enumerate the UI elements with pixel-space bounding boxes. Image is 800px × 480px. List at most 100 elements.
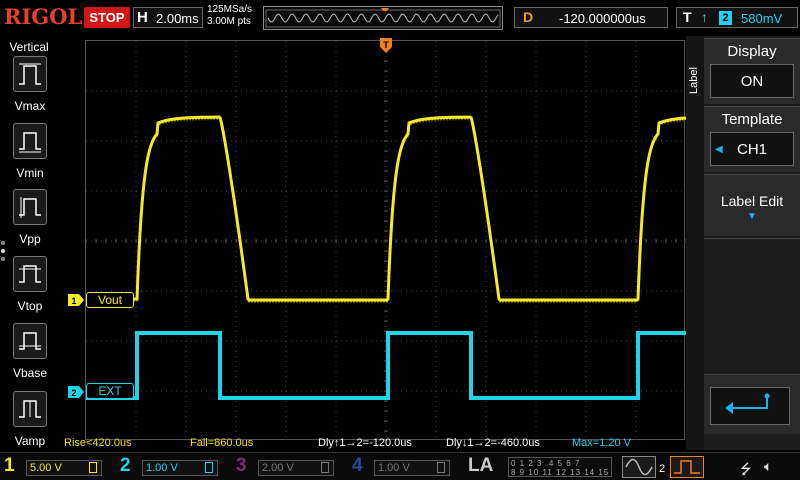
measure-vmax-label: Vmax — [14, 99, 46, 113]
ch3-scale: 2.00 V — [258, 460, 334, 476]
measure-vbase-button[interactable] — [13, 323, 47, 359]
ch3-scale-value: 2.00 V — [262, 462, 294, 474]
trigger-position-marker[interactable]: T — [380, 38, 392, 54]
measure-vpp-label: Vpp — [19, 232, 41, 246]
vtop-icon — [19, 265, 41, 283]
ch2-ground-marker[interactable]: 2 — [68, 386, 84, 398]
menu-item-label-edit[interactable]: Label Edit ▼ — [704, 174, 800, 236]
square-wave-icon — [674, 460, 700, 474]
delay-value: -120.000000us — [559, 11, 646, 26]
measure-delay-fall: Dly↓1→2=-460.0us — [446, 437, 540, 449]
generator-1-button[interactable] — [622, 456, 656, 478]
top-status-bar: RIGOL STOP H 2.00ms 125MSa/s 3.00M pts T… — [0, 0, 800, 36]
measure-vtop-button[interactable] — [13, 256, 47, 292]
ch4-number: 4 — [352, 455, 363, 476]
page-dot-active — [1, 249, 5, 253]
menu-back-button[interactable] — [704, 374, 800, 434]
ch3-coupling-icon — [321, 462, 329, 473]
measure-panel: Vertical Vmax Vmin Vpp Vtop Vbase Vamp — [0, 36, 60, 450]
template-value: CH1 — [736, 141, 767, 158]
ch4-status[interactable]: 4 1.00 V — [348, 455, 452, 479]
ch2-status[interactable]: 2 1.00 V — [116, 455, 220, 479]
logic-analyzer-label[interactable]: LA — [468, 455, 493, 477]
ch1-waveform — [86, 115, 686, 302]
measure-vmin-label: Vmin — [16, 166, 44, 180]
ch2-scale: 1.00 V — [142, 460, 218, 476]
trigger-level: 580mV — [741, 11, 783, 26]
label-edit-caption: Label Edit — [720, 193, 784, 209]
graticule — [86, 41, 686, 441]
measure-vmin-button[interactable] — [13, 123, 47, 159]
channel-status-bar: 1 5.00 V 2 1.00 V 3 2.00 V 4 1.00 V LA 0… — [0, 452, 800, 480]
vbase-icon — [19, 332, 41, 350]
ch1-ground-marker[interactable]: 1 — [68, 294, 84, 306]
memory-overview: T — [263, 6, 503, 30]
trigger-source: 2 — [719, 11, 732, 25]
ch2-label-tag: EXT — [86, 383, 134, 399]
ch2-number: 2 — [120, 455, 131, 476]
display-value: ON — [710, 64, 794, 98]
label-menu: Label Display ON Template ◀ CH1 Label Ed… — [686, 36, 800, 450]
horizontal-timebase[interactable]: H 2.00ms — [133, 7, 203, 28]
waveform-display[interactable] — [85, 40, 686, 441]
ch2-waveform — [86, 331, 686, 400]
measure-vamp-label: Vamp — [14, 434, 46, 448]
ch1-status[interactable]: 1 5.00 V — [0, 455, 104, 479]
menu-item-display[interactable]: Display ON — [704, 38, 800, 104]
trigger-label: T — [683, 9, 692, 25]
ch1-scale-value: 5.00 V — [30, 462, 62, 474]
menu-empty-slot — [704, 238, 800, 372]
measure-rise: Rise<420.0us — [64, 437, 132, 449]
measure-vamp-button[interactable] — [13, 391, 47, 427]
template-selector: ◀ CH1 — [710, 132, 794, 166]
svg-text:2: 2 — [71, 388, 76, 398]
measure-category-title: Vertical — [9, 40, 49, 54]
ch3-status[interactable]: 3 2.00 V — [232, 455, 336, 479]
page-dot — [1, 257, 5, 261]
select-left-arrow-icon: ◀ — [715, 144, 723, 155]
run-stop-status[interactable]: STOP — [84, 7, 130, 28]
vmin-icon — [19, 132, 41, 153]
horizontal-delay[interactable]: D -120.000000us — [514, 7, 668, 28]
display-caption: Display — [727, 43, 777, 60]
generator-2-number: 2 — [659, 463, 666, 475]
menu-item-template[interactable]: Template ◀ CH1 — [704, 106, 800, 172]
template-caption: Template — [721, 111, 783, 128]
ch4-scale-value: 1.00 V — [378, 462, 410, 474]
ch4-scale: 1.00 V — [374, 460, 450, 476]
memory-depth: 3.00M pts — [207, 16, 251, 27]
ch1-number: 1 — [4, 455, 15, 476]
measure-max: Max=1.20 V — [572, 437, 632, 449]
measure-vmax-button[interactable] — [13, 56, 47, 92]
timebase-value: 2.00ms — [156, 11, 199, 26]
memory-trigger-marker: T — [383, 10, 388, 19]
measurement-results: Rise<420.0us Fall=860.0us Dly↑1→2=-120.0… — [60, 436, 686, 452]
ch1-scale: 5.00 V — [26, 460, 102, 476]
measure-vtop-label: Vtop — [17, 299, 43, 313]
vamp-icon — [19, 400, 41, 418]
submenu-down-arrow-icon: ▼ — [747, 211, 757, 222]
svg-text:1: 1 — [71, 296, 76, 306]
measure-vbase-label: Vbase — [12, 366, 48, 380]
measure-vpp-button[interactable] — [13, 189, 47, 225]
page-dot — [1, 241, 5, 245]
acquisition-info: 125MSa/s 3.00M pts — [207, 4, 252, 28]
speaker-muted-icon[interactable]: 🔈︎ — [764, 458, 772, 475]
vpp-icon — [19, 197, 41, 218]
ch2-coupling-icon — [205, 462, 213, 473]
sample-rate: 125MSa/s — [207, 4, 253, 15]
logic-channel-grid[interactable]: 0 1 2 3 4 5 6 7 8 9 10 11 12 13 14 15 — [508, 457, 612, 477]
trigger-settings[interactable]: T ↑ 2 580mV — [676, 7, 798, 28]
menu-side-strip: Label — [686, 36, 704, 450]
ch1-label-tag: Vout — [86, 292, 134, 308]
ch1-waveform-noise — [86, 115, 686, 304]
ch2-scale-value: 1.00 V — [146, 462, 178, 474]
measure-fall: Fall=860.0us — [190, 437, 254, 449]
measure-delay-rise: Dly↑1→2=-120.0us — [318, 437, 412, 449]
return-arrow-icon — [725, 393, 770, 414]
delay-label: D — [523, 9, 534, 25]
usb-icon: ⭍ — [740, 461, 752, 477]
sine-wave-icon — [625, 458, 653, 476]
svg-text:T: T — [383, 40, 389, 50]
generator-2-button[interactable]: 2 — [659, 456, 704, 478]
